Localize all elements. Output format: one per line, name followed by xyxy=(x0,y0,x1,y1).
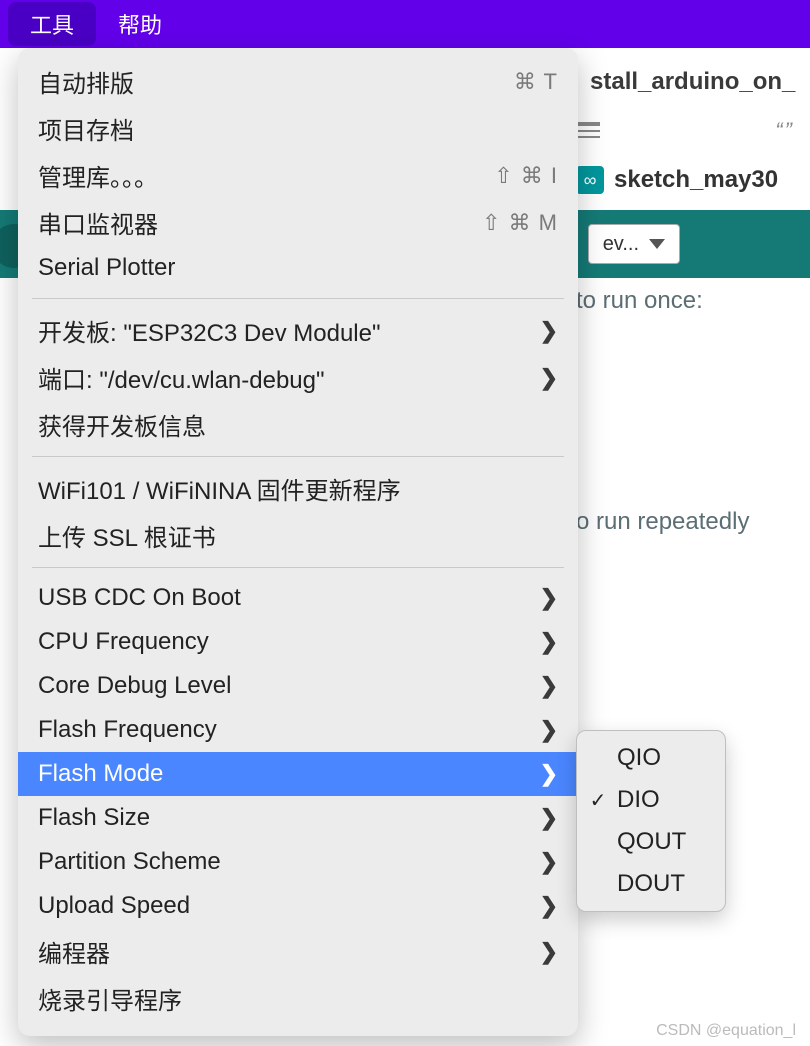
menu-separator xyxy=(32,298,564,299)
menu-usb-cdc[interactable]: USB CDC On Boot ❯ xyxy=(18,576,578,620)
menu-label: 编程器 xyxy=(38,934,110,969)
menu-label: Flash Size xyxy=(38,804,150,832)
menu-wifi-firmware[interactable]: WiFi101 / WiFiNINA 固件更新程序 xyxy=(18,465,578,512)
chevron-right-icon: ❯ xyxy=(540,805,558,831)
menu-shortcut: ⇧ ⌘ I xyxy=(494,163,558,189)
menu-cpu-frequency[interactable]: CPU Frequency ❯ xyxy=(18,620,578,664)
menu-port[interactable]: 端口: "/dev/cu.wlan-debug" ❯ xyxy=(18,354,578,401)
chevron-right-icon: ❯ xyxy=(540,585,558,611)
menu-partition-scheme[interactable]: Partition Scheme ❯ xyxy=(18,840,578,884)
menu-label: 端口: "/dev/cu.wlan-debug" xyxy=(38,360,325,395)
menu-label: WiFi101 / WiFiNINA 固件更新程序 xyxy=(38,471,401,506)
flash-mode-option-qio[interactable]: QIO xyxy=(577,737,725,779)
menu-auto-format[interactable]: 自动排版 ⌘ T xyxy=(18,58,578,105)
menu-label: 管理库。。。 xyxy=(38,158,158,193)
menu-label: Partition Scheme xyxy=(38,848,221,876)
sketch-tab[interactable]: ∞ sketch_may30 xyxy=(576,150,810,210)
menu-archive-sketch[interactable]: 项目存档 xyxy=(18,105,578,152)
watermark: CSDN @equation_l xyxy=(656,1022,796,1040)
board-selector-label: ev... xyxy=(603,233,639,256)
chevron-right-icon: ❯ xyxy=(540,717,558,743)
menu-serial-monitor[interactable]: 串口监视器 ⇧ ⌘ M xyxy=(18,199,578,246)
menubar-tools[interactable]: 工具 xyxy=(8,2,96,46)
code-line: to run once: xyxy=(576,287,703,314)
code-line: o run repeatedly xyxy=(576,508,749,535)
flash-mode-option-dout[interactable]: DOUT xyxy=(577,863,725,905)
menu-label: 项目存档 xyxy=(38,111,134,146)
menu-flash-size[interactable]: Flash Size ❯ xyxy=(18,796,578,840)
tools-menu: 自动排版 ⌘ T 项目存档 管理库。。。 ⇧ ⌘ I 串口监视器 ⇧ ⌘ M S… xyxy=(18,48,578,1036)
menu-separator xyxy=(32,567,564,568)
arduino-icon: ∞ xyxy=(576,166,604,194)
menu-label: Flash Mode xyxy=(38,760,163,788)
editor-tab-strip: stall_arduino_on_ “ ” xyxy=(576,48,810,148)
chevron-down-icon xyxy=(649,239,665,249)
menu-label: USB CDC On Boot xyxy=(38,584,241,612)
menu-shortcut: ⇧ ⌘ M xyxy=(482,210,558,236)
chevron-right-icon: ❯ xyxy=(540,673,558,699)
menu-serial-plotter[interactable]: Serial Plotter xyxy=(18,246,578,290)
flash-mode-submenu: QIO ✓ DIO QOUT DOUT xyxy=(576,730,726,912)
menu-core-debug-level[interactable]: Core Debug Level ❯ xyxy=(18,664,578,708)
check-icon: ✓ xyxy=(587,788,609,813)
menu-board[interactable]: 开发板: "ESP32C3 Dev Module" ❯ xyxy=(18,307,578,354)
chevron-right-icon: ❯ xyxy=(540,893,558,919)
menu-label: 烧录引导程序 xyxy=(38,981,182,1016)
quotes-icon: “ ” xyxy=(775,118,790,144)
menu-label: 上传 SSL 根证书 xyxy=(38,518,216,553)
submenu-label: QOUT xyxy=(617,828,686,856)
menu-separator xyxy=(32,456,564,457)
submenu-label: QIO xyxy=(617,744,661,772)
menu-flash-mode[interactable]: Flash Mode ❯ xyxy=(18,752,578,796)
code-editor[interactable]: to run once: o run repeatedly xyxy=(576,278,810,1046)
menu-label: 串口监视器 xyxy=(38,205,158,240)
menu-upload-speed[interactable]: Upload Speed ❯ xyxy=(18,884,578,928)
menubar: 工具 帮助 xyxy=(0,0,810,48)
board-selector[interactable]: ev... xyxy=(588,224,680,264)
menu-label: CPU Frequency xyxy=(38,628,209,656)
chevron-right-icon: ❯ xyxy=(540,365,558,391)
menu-shortcut: ⌘ T xyxy=(514,69,558,95)
menu-flash-frequency[interactable]: Flash Frequency ❯ xyxy=(18,708,578,752)
menu-label: Serial Plotter xyxy=(38,254,175,282)
chevron-right-icon: ❯ xyxy=(540,761,558,787)
chevron-right-icon: ❯ xyxy=(540,939,558,965)
menubar-help[interactable]: 帮助 xyxy=(96,2,184,46)
menu-board-info[interactable]: 获得开发板信息 xyxy=(18,401,578,448)
menu-label: Core Debug Level xyxy=(38,672,231,700)
submenu-label: DOUT xyxy=(617,870,685,898)
list-icon xyxy=(576,122,600,140)
menu-burn-bootloader[interactable]: 烧录引导程序 xyxy=(18,975,578,1022)
chevron-right-icon: ❯ xyxy=(540,629,558,655)
chevron-right-icon: ❯ xyxy=(540,849,558,875)
menu-label: Upload Speed xyxy=(38,892,190,920)
flash-mode-option-dio[interactable]: ✓ DIO xyxy=(577,779,725,821)
menu-label: 获得开发板信息 xyxy=(38,407,206,442)
menu-label: 开发板: "ESP32C3 Dev Module" xyxy=(38,313,381,348)
menu-manage-libraries[interactable]: 管理库。。。 ⇧ ⌘ I xyxy=(18,152,578,199)
menu-label: Flash Frequency xyxy=(38,716,217,744)
menu-ssl-cert[interactable]: 上传 SSL 根证书 xyxy=(18,512,578,559)
submenu-label: DIO xyxy=(617,786,660,814)
open-file-tab[interactable]: stall_arduino_on_ xyxy=(590,68,795,96)
menu-programmer[interactable]: 编程器 ❯ xyxy=(18,928,578,975)
flash-mode-option-qout[interactable]: QOUT xyxy=(577,821,725,863)
sketch-name: sketch_may30 xyxy=(614,166,778,194)
menu-label: 自动排版 xyxy=(38,64,134,99)
chevron-right-icon: ❯ xyxy=(540,318,558,344)
